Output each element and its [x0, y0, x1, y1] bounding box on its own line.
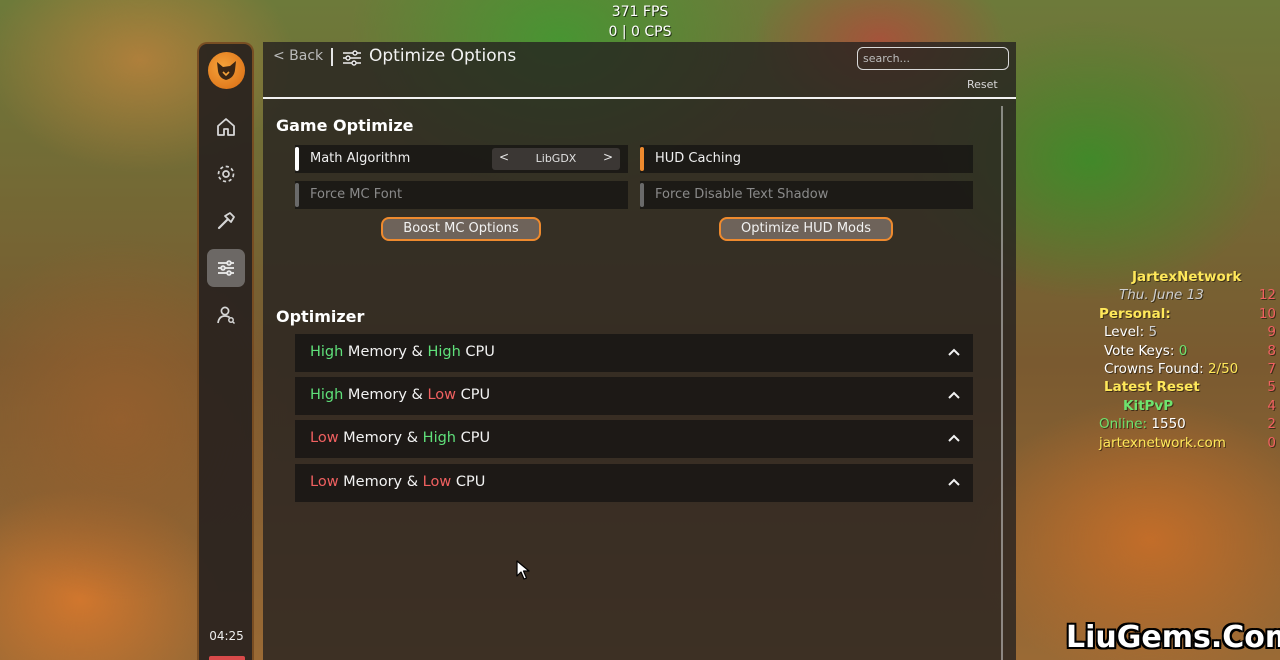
option-label: HUD Caching [655, 151, 741, 166]
sliders-icon [343, 50, 361, 66]
mouse-cursor-icon [516, 560, 530, 580]
math-algorithm-selector: < LibGDX > [492, 148, 620, 170]
preset-label: Low Memory & Low CPU [310, 474, 486, 490]
section-title-optimizer: Optimizer [276, 307, 365, 326]
option-label: Force Disable Text Shadow [655, 187, 829, 202]
scoreboard-latest-reset: Latest Reset 5 [1104, 379, 1276, 396]
sidebar-item-tools[interactable] [207, 202, 245, 240]
chevron-up-icon[interactable] [947, 432, 961, 444]
sidebar-item-settings[interactable] [207, 155, 245, 193]
sidebar-bottom-tab[interactable] [209, 656, 245, 660]
reset-button[interactable]: Reset [967, 78, 998, 91]
scoreboard-vote-keys: Vote Keys: 0 8 [1104, 342, 1276, 359]
boost-mc-options-button[interactable]: Boost MC Options [381, 217, 541, 241]
preset-label: Low Memory & High CPU [310, 430, 491, 446]
fox-icon [217, 61, 236, 80]
option-label: Force MC Font [310, 187, 403, 202]
preset-high-memory-low-cpu[interactable]: High Memory & Low CPU [295, 377, 973, 415]
panel-header: < Back Optimize Options Reset [263, 42, 1016, 99]
option-indicator [640, 183, 644, 207]
section-title-game-optimize: Game Optimize [276, 116, 414, 135]
clock: 04:25 [209, 629, 244, 643]
scoreboard: JartexNetwork Thu. June 13 12 Personal: … [1096, 268, 1280, 452]
chevron-up-icon[interactable] [947, 389, 961, 401]
gear-icon [217, 165, 235, 183]
option-label: Math Algorithm [310, 151, 411, 166]
user-search-icon [217, 306, 236, 325]
search-input[interactable] [857, 47, 1009, 70]
watermark: LiuGems.Com [1066, 620, 1280, 655]
page-title: Optimize Options [369, 46, 517, 66]
preset-low-memory-low-cpu[interactable]: Low Memory & Low CPU [295, 464, 973, 502]
preset-high-memory-high-cpu[interactable]: High Memory & High CPU [295, 334, 973, 372]
fps-counter: 371 FPS [611, 4, 669, 20]
sidebar-item-home[interactable] [207, 108, 245, 146]
scoreboard-level: Level: 5 9 [1104, 324, 1276, 341]
options-panel: < Back Optimize Options Reset Game Optim… [263, 42, 1016, 660]
option-hud-caching[interactable]: HUD Caching [640, 145, 973, 173]
chevron-up-icon[interactable] [947, 476, 961, 488]
back-button[interactable]: < Back [273, 48, 323, 64]
option-indicator [295, 147, 299, 171]
optimize-hud-mods-button[interactable]: Optimize HUD Mods [719, 217, 893, 241]
chevron-up-icon[interactable] [947, 346, 961, 358]
scoreboard-online: Online: 1550 2 [1099, 416, 1276, 433]
sidebar: 04:25 [197, 42, 254, 660]
scoreboard-site: jartexnetwork.com 0 [1099, 434, 1276, 451]
preset-label: High Memory & Low CPU [310, 387, 491, 403]
selector-prev-button[interactable]: < [494, 150, 514, 164]
option-math-algorithm[interactable]: Math Algorithm < LibGDX > [295, 145, 628, 173]
scoreboard-crowns: Crowns Found: 2/50 7 [1104, 360, 1276, 377]
scoreboard-title: JartexNetwork [1132, 269, 1242, 285]
option-force-disable-text-shadow[interactable]: Force Disable Text Shadow [640, 181, 973, 209]
preset-low-memory-high-cpu[interactable]: Low Memory & High CPU [295, 420, 973, 458]
preset-label: High Memory & High CPU [310, 344, 495, 360]
home-icon [217, 118, 235, 136]
sidebar-item-profile[interactable] [207, 296, 245, 334]
selector-next-button[interactable]: > [598, 150, 618, 164]
scoreboard-date: Thu. June 13 12 [1119, 287, 1276, 304]
sliders-icon [218, 260, 234, 276]
hammer-icon [217, 212, 235, 230]
fox-logo[interactable] [208, 52, 245, 89]
header-divider [331, 48, 333, 66]
scoreboard-personal: Personal: 10 [1099, 305, 1276, 322]
scrollbar[interactable] [1001, 106, 1003, 660]
cps-counter: 0 | 0 CPS [608, 24, 672, 40]
selector-value: LibGDX [535, 152, 577, 165]
scoreboard-kitpvp: KitPvP 4 [1123, 397, 1276, 414]
option-indicator [295, 183, 299, 207]
option-force-mc-font[interactable]: Force MC Font [295, 181, 628, 209]
option-indicator [640, 147, 644, 171]
sidebar-item-optimize[interactable] [207, 249, 245, 287]
